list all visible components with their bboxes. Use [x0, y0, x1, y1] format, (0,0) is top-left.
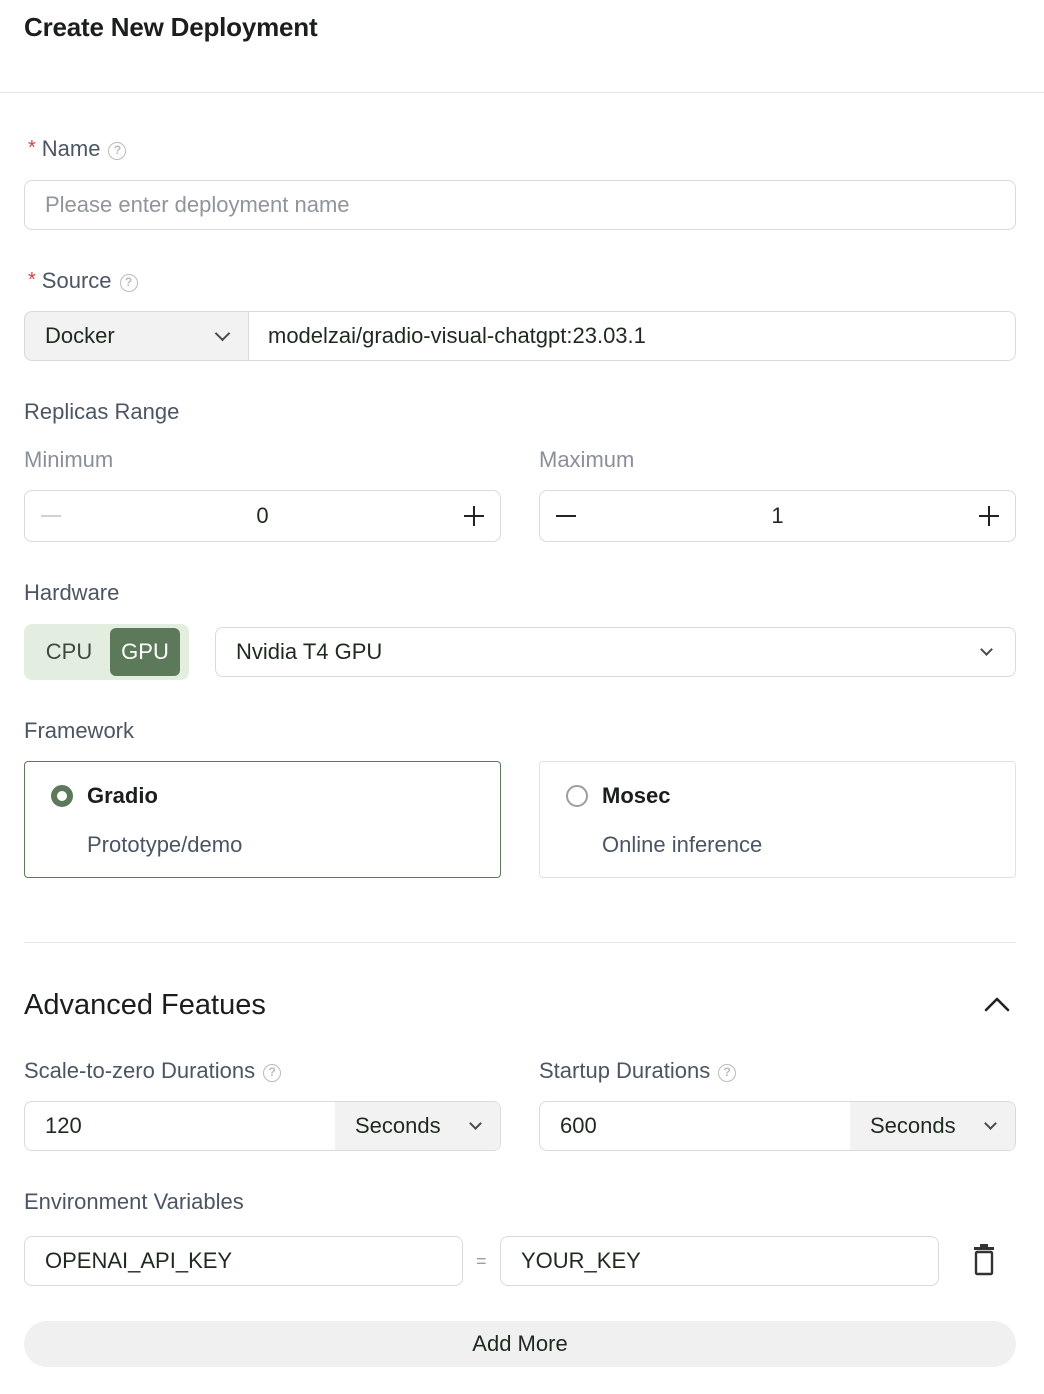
help-icon[interactable]: ?	[108, 142, 127, 160]
maximum-label: Maximum	[539, 447, 635, 472]
radio-unselected-icon[interactable]	[566, 785, 588, 807]
minimum-label: Minimum	[24, 447, 114, 472]
page-title: Create New Deployment	[24, 12, 318, 42]
increment-button[interactable]	[464, 506, 484, 526]
hardware-option-gpu[interactable]: GPU	[110, 628, 180, 676]
env-key-input[interactable]: OPENAI_API_KEY	[24, 1236, 463, 1286]
minimum-value[interactable]: 0	[61, 503, 464, 529]
chevron-down-icon	[469, 1116, 482, 1130]
decrement-button[interactable]	[556, 506, 576, 526]
framework-label: Framework	[24, 718, 135, 743]
section-divider	[24, 942, 1016, 943]
env-value-input[interactable]: YOUR_KEY	[500, 1236, 939, 1286]
add-more-button[interactable]: Add More	[24, 1321, 1016, 1367]
trash-icon[interactable]	[972, 1244, 996, 1276]
source-label: * Source?	[28, 268, 138, 294]
header: Create New Deployment	[0, 0, 1044, 93]
scale-to-zero-label: Scale-to-zero Durations?	[24, 1058, 282, 1084]
chevron-up-icon[interactable]	[984, 996, 1010, 1012]
chevron-down-icon	[214, 325, 231, 341]
chevron-down-icon	[980, 642, 993, 656]
hardware-toggle: CPU GPU	[24, 624, 189, 680]
name-label: * Name?	[28, 136, 127, 162]
source-type-select[interactable]: Docker	[24, 311, 249, 361]
decrement-button[interactable]	[41, 506, 61, 526]
gpu-model-select[interactable]: Nvidia T4 GPU	[215, 627, 1016, 677]
scale-to-zero-unit-select[interactable]: Seconds	[335, 1102, 500, 1150]
source-image-input[interactable]: modelzai/gradio-visual-chatgpt:23.03.1	[268, 323, 646, 349]
required-marker: *	[28, 269, 36, 291]
chevron-down-icon	[984, 1116, 997, 1130]
hardware-option-cpu[interactable]: CPU	[28, 628, 110, 676]
radio-selected-icon[interactable]	[51, 785, 73, 807]
advanced-section-title: Advanced Featues	[24, 989, 266, 1021]
increment-button[interactable]	[979, 506, 999, 526]
replicas-label: Replicas Range	[24, 399, 180, 424]
equals-sign: =	[476, 1251, 487, 1271]
required-marker: *	[28, 137, 36, 159]
startup-label: Startup Durations?	[539, 1058, 737, 1084]
framework-card-mosec[interactable]: Mosec Online inference	[539, 761, 1016, 878]
help-icon[interactable]: ?	[119, 274, 138, 292]
help-icon[interactable]: ?	[718, 1064, 737, 1082]
minimum-stepper: 0	[24, 490, 501, 542]
framework-card-gradio[interactable]: Gradio Prototype/demo	[24, 761, 501, 878]
maximum-value[interactable]: 1	[576, 503, 979, 529]
name-input[interactable]: Please enter deployment name	[24, 180, 1016, 230]
maximum-stepper: 1	[539, 490, 1016, 542]
startup-unit-select[interactable]: Seconds	[850, 1102, 1015, 1150]
env-vars-label: Environment Variables	[24, 1189, 244, 1214]
hardware-label: Hardware	[24, 580, 120, 605]
help-icon[interactable]: ?	[263, 1064, 282, 1082]
